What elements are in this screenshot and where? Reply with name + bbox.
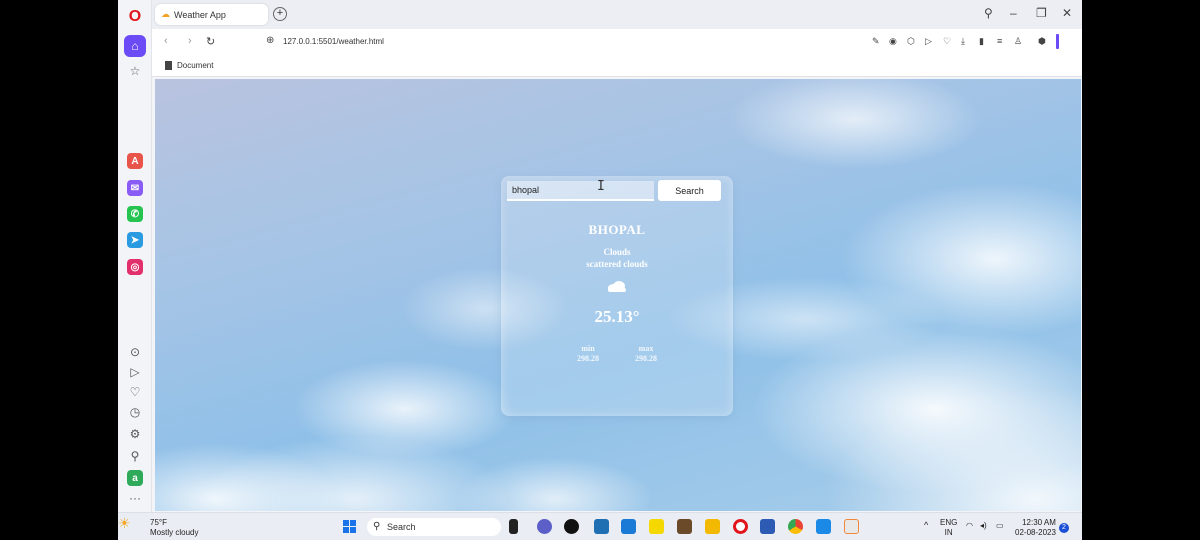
search-tabs-icon[interactable]: ⚲ bbox=[984, 6, 993, 20]
bookmark-label: Document bbox=[177, 61, 214, 70]
taskbar-search-label: Search bbox=[387, 522, 416, 532]
messenger-icon[interactable]: ✉ bbox=[127, 180, 143, 196]
document-icon bbox=[165, 61, 172, 70]
widget-temp: 75°F bbox=[150, 518, 167, 527]
dell-icon[interactable] bbox=[564, 519, 579, 534]
forward-icon[interactable]: › bbox=[188, 35, 192, 47]
minimize-icon[interactable]: – bbox=[1010, 6, 1017, 20]
vscode-icon[interactable] bbox=[816, 519, 831, 534]
back-icon[interactable]: ‹ bbox=[164, 35, 168, 47]
star-icon[interactable]: ☆ bbox=[125, 61, 145, 81]
city-search-input[interactable] bbox=[507, 181, 654, 201]
lang-top: ENG bbox=[940, 518, 958, 527]
aria-icon[interactable]: A bbox=[127, 153, 143, 169]
site-info-icon[interactable]: ⊕ bbox=[266, 35, 274, 46]
photo-app-icon[interactable] bbox=[677, 519, 692, 534]
clock-date: 02-08-2023 bbox=[1015, 528, 1056, 537]
notification-badge[interactable]: 2 bbox=[1059, 523, 1069, 533]
heart-icon[interactable]: ♡ bbox=[125, 382, 145, 402]
home-icon[interactable]: ⌂ bbox=[124, 35, 146, 57]
temperature: 25.13° bbox=[594, 307, 640, 326]
start-button[interactable] bbox=[343, 520, 356, 533]
screen: O ⌂ ☆ A ✉ ✆ ➤ ◎ ⊙ ▷ ♡ ◷ ⚙ ⚲ a ··· ☁ Weat… bbox=[118, 0, 1082, 540]
file-explorer-icon[interactable] bbox=[705, 519, 720, 534]
reload-icon[interactable]: ↻ bbox=[206, 35, 215, 48]
easy-setup-icon[interactable]: ≡ bbox=[997, 36, 1002, 46]
vpn-icon[interactable]: ⬡ bbox=[907, 36, 915, 47]
bookmarks-bar: Document bbox=[152, 55, 1082, 77]
address-bar: ‹ › ↻ ⊕ 127.0.0.1:5501/weather.html ✎ ◉ … bbox=[152, 29, 1082, 55]
edit-icon[interactable]: ✎ bbox=[872, 36, 880, 47]
chrome-icon[interactable] bbox=[788, 519, 803, 534]
location-icon[interactable]: ⚲ bbox=[125, 446, 145, 466]
download-icon[interactable]: ⤓ bbox=[961, 36, 965, 47]
teams-icon[interactable] bbox=[537, 519, 552, 534]
settings-icon[interactable]: ⚙ bbox=[125, 424, 145, 444]
min-value: 298.28 bbox=[577, 354, 599, 363]
mail-icon[interactable] bbox=[594, 519, 609, 534]
new-tab-button[interactable]: + bbox=[273, 7, 287, 21]
opera-taskbar-icon[interactable] bbox=[733, 519, 748, 534]
profile-icon[interactable]: ♙ bbox=[1014, 36, 1022, 47]
sidebar-toggle[interactable] bbox=[1056, 34, 1059, 49]
opera-logo-icon[interactable]: O bbox=[125, 7, 145, 27]
max-temp: max 298.28 bbox=[626, 344, 666, 364]
battery-saver-icon[interactable]: ▮ bbox=[979, 36, 984, 47]
cloud-icon bbox=[608, 281, 626, 292]
lang-bottom: IN bbox=[944, 528, 953, 537]
more-icon[interactable]: ··· bbox=[125, 488, 145, 508]
wallet-icon[interactable]: a bbox=[127, 470, 143, 486]
player-icon[interactable]: ⊙ bbox=[125, 342, 145, 362]
instagram-icon[interactable]: ◎ bbox=[127, 259, 143, 275]
restore-icon[interactable]: ❐ bbox=[1036, 6, 1047, 20]
weather-widget[interactable]: 75°F Mostly cloudy bbox=[150, 518, 198, 538]
clock[interactable]: 12:30 AM 02-08-2023 bbox=[1015, 518, 1056, 538]
taskview-icon[interactable] bbox=[509, 519, 518, 534]
snapshot-icon[interactable]: ◉ bbox=[889, 36, 897, 47]
tab-bar: ☁ Weather App + ⚲ – ❐ ✕ bbox=[152, 0, 1082, 29]
weather-description: scattered clouds bbox=[586, 259, 648, 269]
bookmark-document[interactable]: Document bbox=[165, 61, 213, 70]
opera-sidebar: O ⌂ ☆ A ✉ ✆ ➤ ◎ ⊙ ▷ ♡ ◷ ⚙ ⚲ a ··· bbox=[118, 0, 152, 512]
history-icon[interactable]: ◷ bbox=[125, 402, 145, 422]
min-label: min bbox=[581, 344, 595, 353]
weather-card: I Search BHOPAL Clouds scattered clouds … bbox=[501, 176, 733, 416]
close-icon[interactable]: ✕ bbox=[1062, 6, 1072, 20]
weather-favicon-icon: ☁ bbox=[161, 9, 170, 19]
photos-icon[interactable] bbox=[760, 519, 775, 534]
taskbar-search[interactable]: ⚲ Search bbox=[367, 518, 501, 536]
clock-time: 12:30 AM bbox=[1022, 518, 1056, 527]
wifi-icon[interactable]: ◠ bbox=[966, 521, 973, 531]
text-cursor-icon: I bbox=[597, 179, 605, 194]
volume-icon[interactable]: ◂) bbox=[980, 521, 987, 531]
flow-icon[interactable]: ▷ bbox=[125, 362, 145, 382]
url-field[interactable]: 127.0.0.1:5501/weather.html bbox=[283, 37, 384, 46]
page-viewport: I Search BHOPAL Clouds scattered clouds … bbox=[155, 79, 1081, 511]
player-toolbar-icon[interactable]: ▷ bbox=[925, 36, 932, 47]
heart-toolbar-icon[interactable]: ♡ bbox=[943, 36, 951, 47]
show-hidden-icons[interactable]: ^ bbox=[924, 520, 928, 530]
extensions-icon[interactable]: ⬢ bbox=[1038, 36, 1046, 47]
movies-icon[interactable] bbox=[621, 519, 636, 534]
max-value: 298.28 bbox=[635, 354, 657, 363]
search-icon: ⚲ bbox=[373, 521, 381, 532]
snapchat-icon[interactable] bbox=[649, 519, 664, 534]
tab-weather-app[interactable]: ☁ Weather App bbox=[155, 4, 268, 25]
whatsapp-icon[interactable]: ✆ bbox=[127, 206, 143, 222]
taskbar: ☀ 75°F Mostly cloudy ⚲ Search ^ ENG IN ◠… bbox=[118, 512, 1082, 540]
telegram-icon[interactable]: ➤ bbox=[127, 232, 143, 248]
weather-widget-icon[interactable]: ☀ bbox=[118, 515, 131, 532]
city-name: BHOPAL bbox=[588, 222, 646, 237]
widget-desc: Mostly cloudy bbox=[150, 528, 199, 537]
snipping-tool-icon[interactable] bbox=[844, 519, 859, 534]
tab-title: Weather App bbox=[174, 9, 226, 20]
min-temp: min 298.28 bbox=[568, 344, 608, 364]
max-label: max bbox=[638, 344, 654, 353]
weather-condition: Clouds bbox=[603, 247, 631, 257]
battery-icon[interactable]: ▭ bbox=[996, 521, 1004, 531]
language-indicator[interactable]: ENG IN bbox=[940, 518, 957, 538]
search-button[interactable]: Search bbox=[658, 180, 721, 201]
